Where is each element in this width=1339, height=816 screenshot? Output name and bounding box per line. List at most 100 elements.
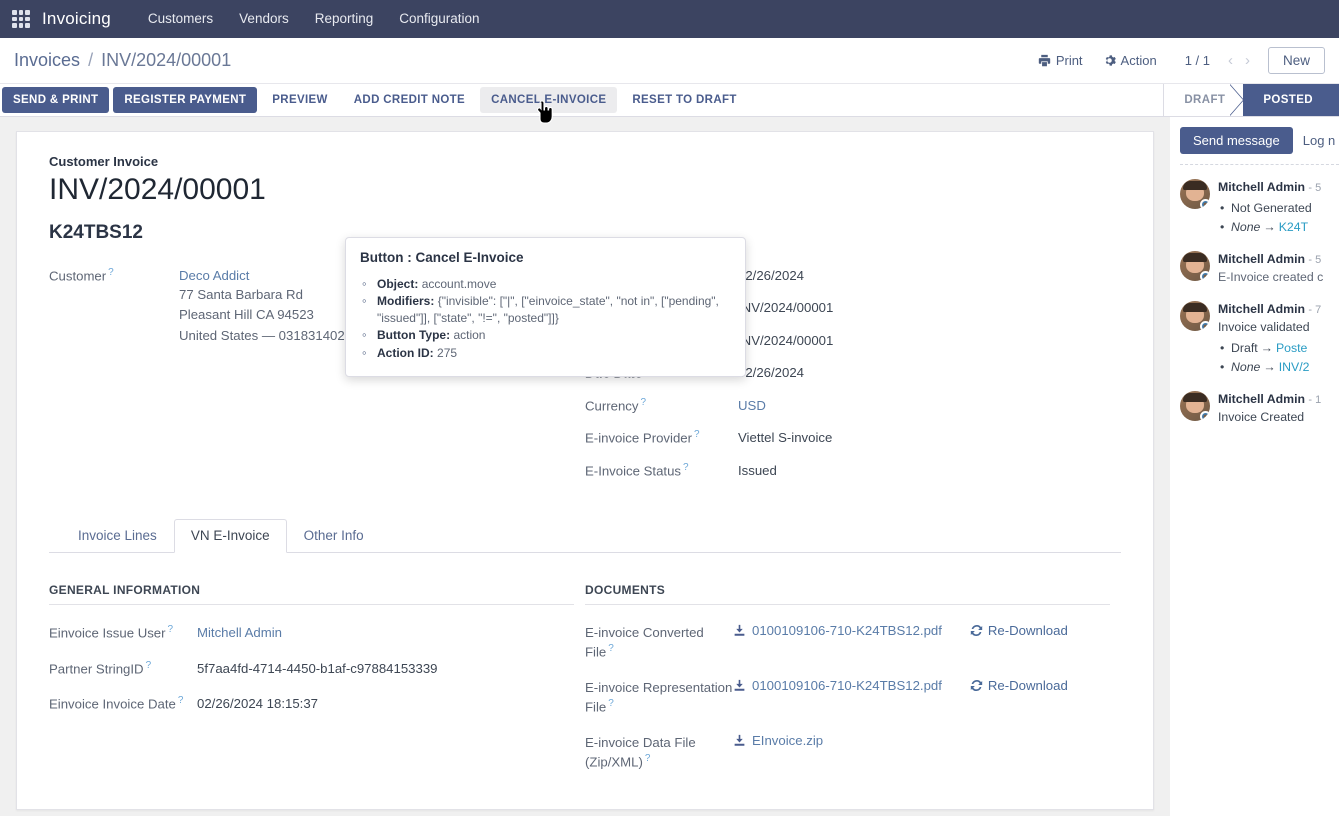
breadcrumb-root[interactable]: Invoices	[14, 50, 80, 70]
help-icon[interactable]: ?	[108, 267, 114, 278]
record-pager: 1 / 1	[1185, 53, 1210, 68]
tax-no-value[interactable]: INV/2024/00001	[735, 298, 833, 317]
main-body: Customer Invoice INV/2024/00001 K24TBS12…	[0, 117, 1339, 816]
representation-file-redownload-button[interactable]: Re-Download	[970, 678, 1068, 693]
invoice-sheet: Customer Invoice INV/2024/00001 K24TBS12…	[16, 131, 1154, 810]
general-information-group: GENERAL INFORMATION Einvoice Issue User?…	[49, 583, 585, 787]
label-text: E-invoice Provider	[585, 431, 692, 446]
help-icon[interactable]: ?	[694, 429, 700, 440]
label-text: Currency	[585, 398, 639, 413]
add-credit-note-button[interactable]: ADD CREDIT NOTE	[343, 87, 476, 113]
data-file-link[interactable]: EInvoice.zip	[733, 733, 823, 748]
nav-item-customers[interactable]: Customers	[135, 0, 226, 38]
cancel-e-invoice-button[interactable]: CANCEL E-INVOICE	[480, 87, 617, 113]
new-button[interactable]: New	[1268, 47, 1325, 74]
einvoice-provider-value[interactable]: Viettel S-invoice	[735, 428, 832, 447]
print-button[interactable]: Print	[1028, 49, 1093, 72]
action-button[interactable]: Action	[1093, 49, 1167, 72]
control-panel-top: Invoices / INV/2024/00001 Print Action 1…	[0, 38, 1339, 84]
tooltip-value: account.move	[422, 277, 497, 291]
message-body: Mitchell Admin - 5 Not Generated None→K2…	[1218, 179, 1321, 237]
einvoice-invoice-date-value[interactable]: 02/26/2024 18:15:37	[197, 694, 318, 713]
online-status-icon	[1200, 199, 1210, 209]
message-author[interactable]: Mitchell Admin	[1218, 392, 1305, 406]
send-and-print-button[interactable]: SEND & PRINT	[2, 87, 109, 113]
einvoice-issue-user-value[interactable]: Mitchell Admin	[197, 623, 282, 642]
field-einvoice-status: E-Invoice Status? Issued	[585, 461, 1121, 481]
page-title: INV/2024/00001	[49, 173, 1121, 208]
reset-to-draft-button[interactable]: RESET TO DRAFT	[621, 87, 747, 113]
field-einvoice-representation-file: E-invoice Representation File? 010010910…	[585, 678, 1121, 717]
tracking-old: Draft	[1231, 341, 1258, 355]
help-icon[interactable]: ?	[608, 698, 614, 709]
field-currency: Currency? USD	[585, 396, 1121, 416]
currency-value[interactable]: USD	[735, 396, 766, 415]
app-brand[interactable]: Invoicing	[42, 9, 111, 29]
currency-label: Currency?	[585, 396, 735, 416]
label-text: E-invoice Converted File	[585, 625, 704, 660]
avatar[interactable]	[1180, 301, 1210, 331]
avatar[interactable]	[1180, 391, 1210, 421]
arrow-icon: →	[1263, 360, 1275, 374]
document-type-label: Customer Invoice	[49, 154, 1121, 169]
preview-button[interactable]: PREVIEW	[261, 87, 339, 113]
pager-next-icon[interactable]: ›	[1239, 52, 1256, 69]
help-icon[interactable]: ?	[641, 397, 647, 408]
tooltip-key: Object:	[377, 277, 418, 291]
help-icon[interactable]: ?	[168, 624, 174, 635]
message-text: E-Invoice created c	[1218, 269, 1323, 287]
download-icon	[733, 624, 746, 637]
chatter-message: Mitchell Admin - 7 Invoice validated Dra…	[1180, 301, 1339, 377]
einvoice-status-value[interactable]: Issued	[735, 461, 777, 480]
customer-label-text: Customer	[49, 268, 106, 283]
tab-other-info[interactable]: Other Info	[287, 519, 381, 553]
einvoice-data-file-label: E-invoice Data File (Zip/XML)?	[585, 733, 733, 772]
representation-file-link[interactable]: 0100109106-710-K24TBS12.pdf	[733, 678, 942, 693]
message-author[interactable]: Mitchell Admin	[1218, 302, 1305, 316]
customer-name[interactable]: Deco Addict	[179, 266, 352, 285]
online-status-icon	[1200, 411, 1210, 421]
breadcrumb-separator: /	[88, 50, 93, 70]
help-icon[interactable]: ?	[645, 753, 651, 764]
customer-address: 77 Santa Barbara Rd Pleasant Hill CA 945…	[179, 285, 352, 346]
tab-invoice-lines[interactable]: Invoice Lines	[61, 519, 174, 553]
einvoice-status-label: E-Invoice Status?	[585, 461, 735, 481]
printer-icon	[1038, 54, 1051, 67]
einvoice-representation-file-label: E-invoice Representation File?	[585, 678, 733, 717]
address-line-2: Pleasant Hill CA 94523	[179, 305, 352, 325]
label-text: Einvoice Invoice Date	[49, 697, 176, 712]
chatter-message: Mitchell Admin - 5 Not Generated None→K2…	[1180, 179, 1339, 237]
chatter-panel: Send message Log n Mitchell Admin - 5 No…	[1170, 117, 1339, 816]
avatar[interactable]	[1180, 251, 1210, 281]
avatar[interactable]	[1180, 179, 1210, 209]
nav-item-configuration[interactable]: Configuration	[386, 0, 492, 38]
pager-previous-icon[interactable]: ‹	[1222, 52, 1239, 69]
help-icon[interactable]: ?	[608, 643, 614, 654]
apps-grid-icon[interactable]	[10, 8, 32, 30]
help-icon[interactable]: ?	[683, 462, 689, 473]
status-posted[interactable]: POSTED	[1243, 84, 1339, 116]
tab-vn-e-invoice[interactable]: VN E-Invoice	[174, 519, 287, 553]
online-status-icon	[1200, 321, 1210, 331]
converted-file-redownload-button[interactable]: Re-Download	[970, 623, 1068, 638]
payment-reference-value[interactable]: INV/2024/00001	[735, 331, 833, 350]
einvoice-provider-label: E-invoice Provider?	[585, 428, 735, 448]
partner-stringid-value[interactable]: 5f7aa4fd-4714-4450-b1af-c97884153339	[197, 659, 438, 678]
converted-file-link[interactable]: 0100109106-710-K24TBS12.pdf	[733, 623, 942, 638]
register-payment-button[interactable]: REGISTER PAYMENT	[113, 87, 257, 113]
tracking-new: K24T	[1279, 220, 1308, 234]
tracking-new: INV/2	[1279, 360, 1310, 374]
log-note-button[interactable]: Log n	[1303, 133, 1336, 148]
tooltip-key: Action ID:	[377, 346, 434, 360]
label-text: Einvoice Issue User	[49, 626, 166, 641]
message-author[interactable]: Mitchell Admin	[1218, 180, 1305, 194]
help-icon[interactable]: ?	[146, 660, 152, 671]
nav-item-vendors[interactable]: Vendors	[226, 0, 302, 38]
online-status-icon	[1200, 271, 1210, 281]
help-icon[interactable]: ?	[178, 695, 184, 706]
send-message-button[interactable]: Send message	[1180, 127, 1293, 154]
nav-item-reporting[interactable]: Reporting	[302, 0, 387, 38]
tracking-list: Not Generated None→K24T	[1218, 199, 1321, 237]
message-body: Mitchell Admin - 5 E-Invoice created c	[1218, 251, 1323, 287]
message-author[interactable]: Mitchell Admin	[1218, 252, 1305, 266]
